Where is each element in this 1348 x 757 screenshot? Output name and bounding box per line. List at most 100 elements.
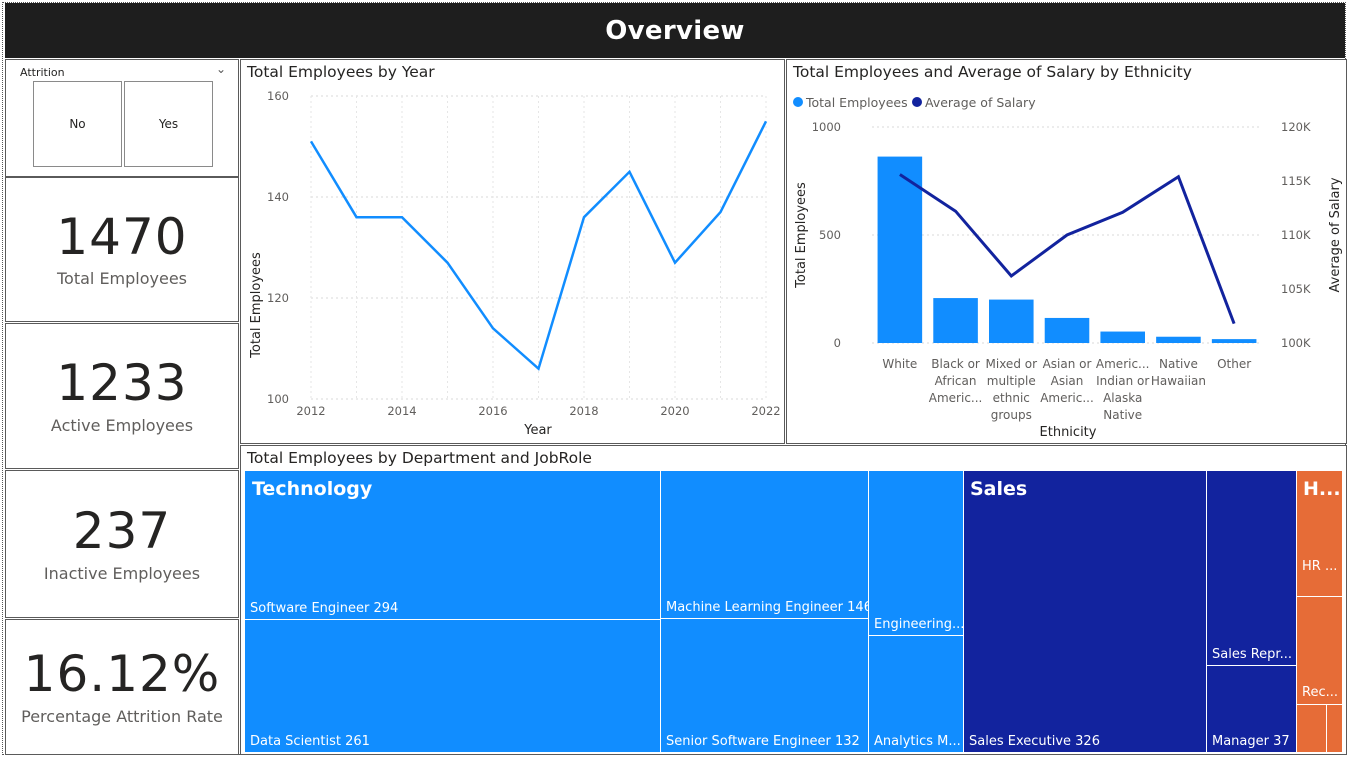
y-tick-label-right: 110K: [1281, 228, 1311, 242]
tile-label: Rec...: [1302, 685, 1338, 700]
treemap-tile-manager[interactable]: Manager 37: [1207, 666, 1297, 753]
card-total-employees: 1470 Total Employees: [5, 177, 239, 322]
treemap-area: Software Engineer 294 Data Scientist 261…: [245, 471, 1343, 753]
legend-label: Average of Salary: [925, 95, 1036, 110]
x-tick-label: 2012: [296, 404, 325, 418]
tile-label: Machine Learning Engineer 146: [666, 600, 869, 615]
chart-title: Total Employees by Department and JobRol…: [247, 449, 592, 467]
x-tick-label-line: Asian: [1051, 374, 1084, 388]
y-tick-label-left: 1000: [812, 120, 841, 134]
y-tick-label-right: 100K: [1281, 336, 1311, 350]
card-inactive-employees: 237 Inactive Employees: [5, 470, 239, 618]
y-tick-label: 120: [267, 291, 289, 305]
treemap-group-sales: Sales: [970, 478, 1028, 500]
x-tick-label: Native Hawaiian: [1151, 357, 1206, 388]
y-tick-label-left: 500: [819, 228, 841, 242]
x-tick-label-line: Americ...: [1040, 391, 1094, 405]
x-tick-label-line: Native: [1103, 408, 1142, 422]
y-tick-label: 160: [267, 89, 289, 103]
x-tick-label-line: groups: [991, 408, 1032, 422]
x-tick-label: Black or African Americ...: [929, 357, 983, 405]
x-tick-label-line: multiple: [987, 374, 1036, 388]
card-label: Inactive Employees: [43, 563, 201, 583]
card-attrition-rate: 16.12% Percentage Attrition Rate: [5, 619, 239, 755]
tile-label: Analytics M...: [874, 734, 961, 749]
treemap-tile-data-scientist[interactable]: Data Scientist 261: [245, 620, 661, 753]
bar-total-employees[interactable]: [1100, 331, 1145, 343]
treemap-tile-sales-representative[interactable]: Sales Repr...: [1207, 471, 1297, 666]
legend: Total Employees Average of Salary: [793, 95, 1036, 110]
card-value: 237: [72, 502, 172, 561]
chart-employees-by-year[interactable]: Total Employees by Year 100 120 140 160 201…: [240, 59, 785, 444]
treemap-tile-hr-small-1[interactable]: [1297, 705, 1327, 753]
tile-label: Data Scientist 261: [250, 734, 370, 749]
x-tick-label: 2014: [387, 404, 416, 418]
y-tick-label-right: 115K: [1281, 174, 1311, 188]
x-axis-label: Year: [523, 423, 552, 438]
y-axis-label-left: Total Employees: [794, 182, 809, 289]
legend-dot-total-employees: [793, 97, 803, 107]
tile-label: Sales Repr...: [1212, 647, 1292, 662]
x-tick-label: 2018: [569, 404, 598, 418]
treemap-tile-senior-software-engineer[interactable]: Senior Software Engineer 132: [661, 619, 869, 753]
x-axis-label: Ethnicity: [1040, 425, 1097, 440]
bar-total-employees[interactable]: [933, 298, 978, 343]
x-tick-label: Mixed or multiple ethnic groups: [986, 357, 1038, 422]
card-label: Total Employees: [56, 269, 188, 289]
card-active-employees: 1233 Active Employees: [5, 323, 239, 469]
x-tick-label-line: African: [935, 374, 977, 388]
bar-total-employees[interactable]: [1044, 317, 1090, 343]
attrition-slicer: Attrition ⌄ No Yes: [5, 59, 239, 177]
card-value: 16.12%: [23, 645, 221, 704]
y-tick-label-right: 105K: [1281, 282, 1311, 296]
y-tick-label-right: 120K: [1281, 120, 1311, 134]
x-tick-label-line: Indian or: [1096, 374, 1149, 388]
x-tick-label-line: Americ...: [929, 391, 983, 405]
card-value: 1470: [56, 207, 188, 266]
y-tick-label: 140: [267, 190, 289, 204]
card-label: Percentage Attrition Rate: [21, 706, 223, 726]
x-tick-label-line: ethnic: [993, 391, 1030, 405]
card-label: Active Employees: [50, 415, 194, 435]
card-value: 1233: [56, 354, 188, 413]
x-tick-label: Americ... Indian or Alaska Native: [1096, 357, 1150, 422]
x-tick-label: White: [882, 357, 917, 371]
slicer-option-yes[interactable]: Yes: [124, 81, 213, 167]
x-tick-label-line: Asian or: [1043, 357, 1092, 371]
treemap-tile-sales-executive[interactable]: Sales Executive 326: [964, 471, 1207, 753]
legend-label: Total Employees: [805, 95, 908, 110]
treemap-tile-analytics[interactable]: Analytics M...: [869, 636, 964, 753]
tile-label: Sales Executive 326: [969, 734, 1100, 749]
x-tick-label-line: Americ...: [1096, 357, 1150, 371]
treemap-group-technology: Technology: [252, 478, 373, 500]
x-tick-label-line: Alaska: [1103, 391, 1142, 405]
treemap-tile-recruiter[interactable]: Rec...: [1297, 597, 1343, 705]
x-tick-label: 2020: [660, 404, 689, 418]
x-tick-label: 2016: [478, 404, 507, 418]
bar-total-employees[interactable]: [1211, 339, 1257, 343]
slicer-option-no[interactable]: No: [33, 81, 122, 167]
x-tick-label-line: Hawaiian: [1151, 374, 1206, 388]
treemap-tile-engineering[interactable]: Engineering...: [869, 471, 964, 636]
bar-total-employees[interactable]: [1156, 336, 1201, 343]
y-tick-label-left: 0: [834, 336, 841, 350]
x-tick-label-line: White: [882, 357, 917, 371]
page-header: Overview: [5, 3, 1345, 58]
chevron-down-icon[interactable]: ⌄: [216, 62, 226, 76]
x-tick-label-line: Native: [1159, 357, 1198, 371]
line-chart-svg: 100 120 140 160 2012 2014 2016 2018 2020 2022 Ye…: [249, 89, 781, 438]
tile-label: Senior Software Engineer 132: [666, 734, 860, 749]
chart-employees-salary-by-ethnicity[interactable]: Total Employees and Average of Salary by…: [786, 59, 1347, 444]
bar-total-employees[interactable]: [989, 299, 1034, 343]
treemap-tile-ml-engineer[interactable]: Machine Learning Engineer 146: [661, 471, 869, 619]
tile-label: Software Engineer 294: [250, 601, 399, 616]
x-tick-label-line: Other: [1217, 357, 1251, 371]
treemap-department-jobrole[interactable]: Total Employees by Department and JobRol…: [240, 445, 1347, 755]
treemap-group-hr: H...: [1303, 478, 1341, 500]
y-tick-label: 100: [267, 392, 289, 406]
x-tick-label-line: Mixed or: [986, 357, 1038, 371]
x-tick-label: Other: [1217, 357, 1251, 371]
x-tick-label: 2022: [751, 404, 780, 418]
tile-label: HR ...: [1302, 559, 1338, 574]
treemap-tile-hr-small-2[interactable]: [1327, 705, 1343, 753]
